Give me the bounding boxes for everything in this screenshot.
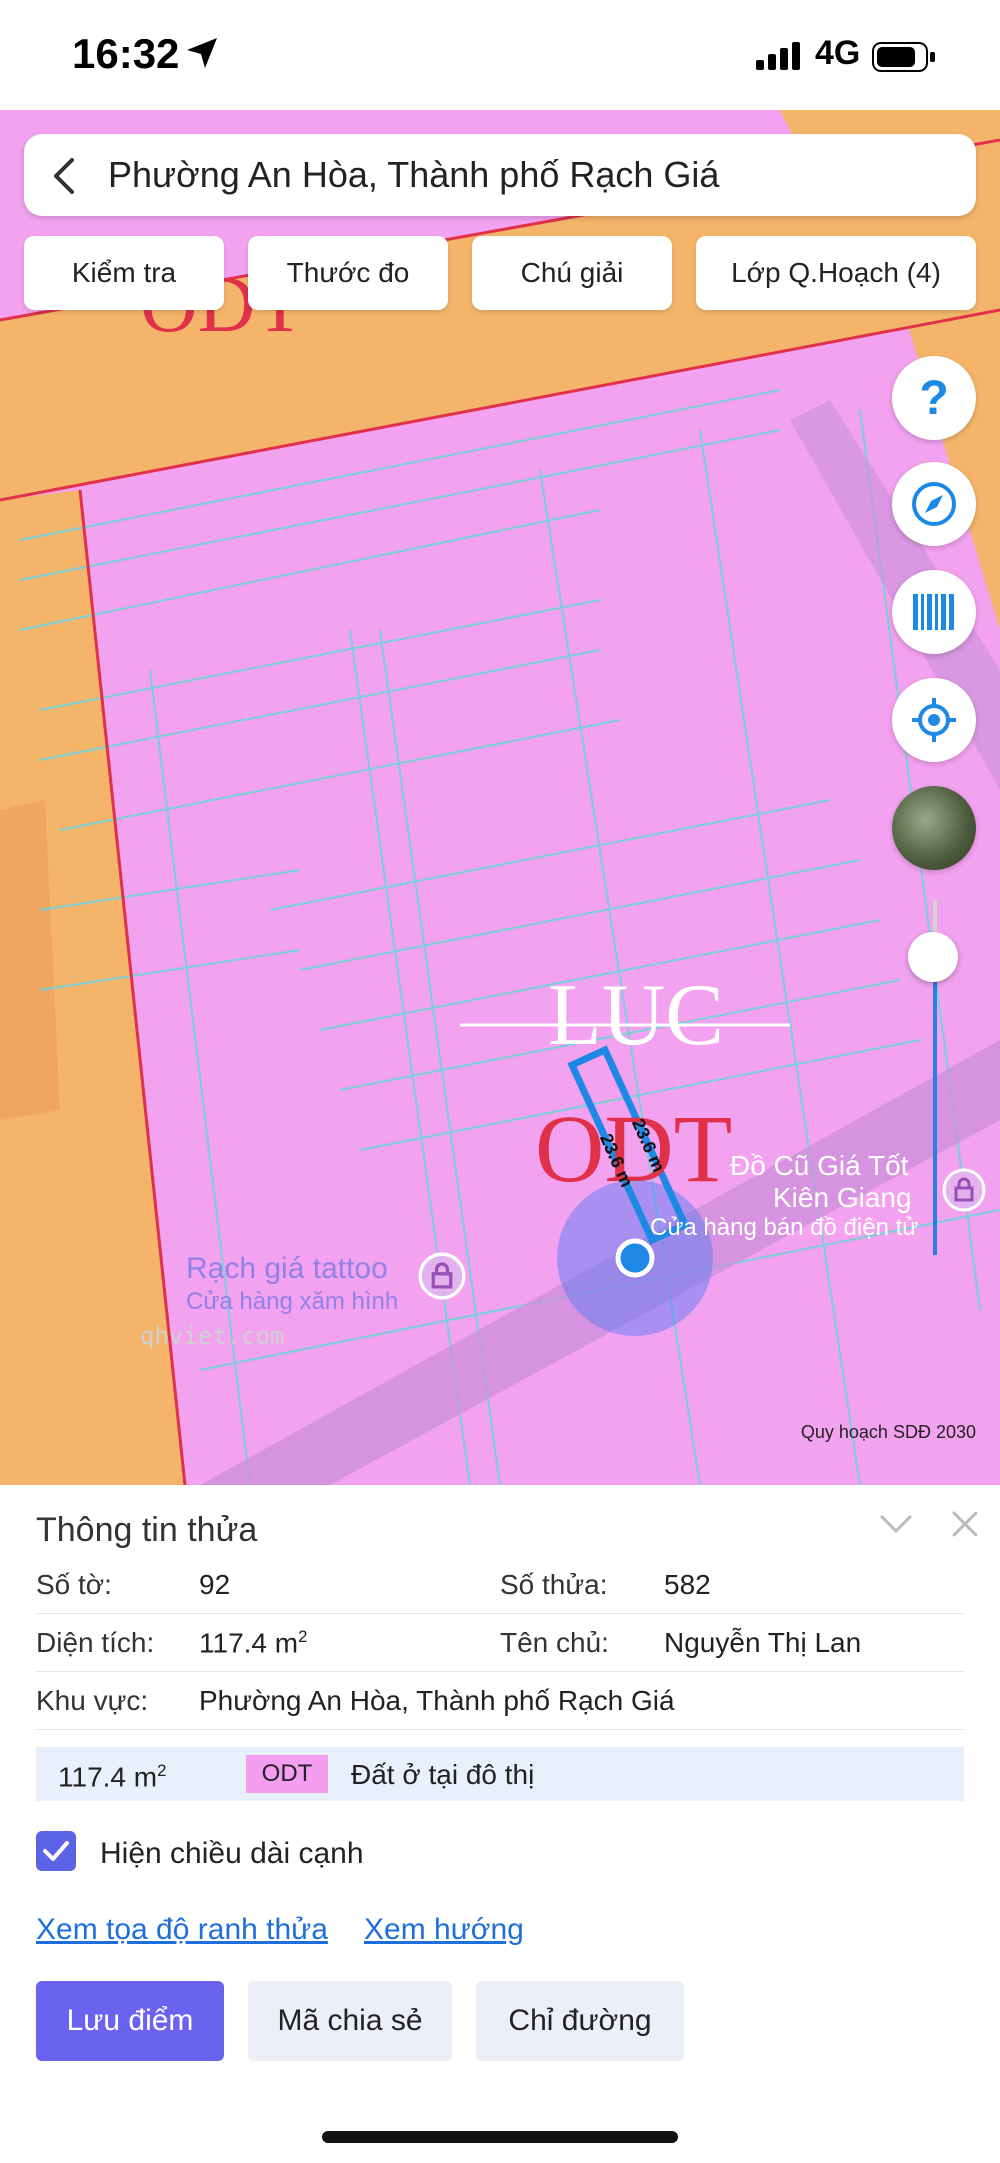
opacity-slider-knob[interactable] — [908, 932, 958, 982]
land-use-code-badge: ODT — [246, 1755, 328, 1793]
sheet-number-label: Số tờ: — [36, 1569, 112, 1600]
planning-map[interactable]: ODT LUC ODT 23.6 m 23.6 m Đồ Cũ Giá Tốt … — [0, 110, 1000, 1485]
home-indicator — [322, 2131, 678, 2143]
show-edge-length-label[interactable]: Hiện chiều dài cạnh — [100, 1837, 364, 1871]
zone-label-luc: LUC — [548, 967, 724, 1064]
plot-number-label: Số thửa: — [500, 1569, 608, 1600]
plot-number-value: 582 — [664, 1569, 711, 1600]
close-icon[interactable] — [950, 1509, 980, 1539]
save-point-button[interactable]: Lưu điểm — [36, 1981, 224, 2061]
poi-name[interactable]: Đồ Cũ Giá Tốt — [730, 1150, 908, 1182]
view-direction-link[interactable]: Xem hướng — [364, 1913, 524, 1947]
checkmark-icon — [43, 1841, 69, 1861]
area-value: 117.4 m2 — [199, 1627, 307, 1659]
info-row: Khu vực: Phường An Hòa, Thành phố Rạch G… — [36, 1673, 964, 1730]
barcode-scan-button[interactable] — [892, 570, 976, 654]
owner-label: Tên chủ: — [500, 1627, 609, 1658]
compass-icon — [912, 482, 956, 526]
show-edge-length-checkbox[interactable] — [36, 1831, 76, 1871]
crosshair-icon — [912, 698, 956, 742]
info-row: Số tờ: 92 Số thửa: 582 — [36, 1557, 964, 1614]
info-row: Diện tích: 117.4 m2 Tên chủ: Nguyễn Thị … — [36, 1615, 964, 1672]
status-bar: 16:32 4G — [0, 0, 1000, 110]
view-boundary-coordinates-link[interactable]: Xem tọa độ ranh thửa — [36, 1913, 328, 1947]
location-arrow-icon — [187, 38, 217, 68]
region-value: Phường An Hòa, Thành phố Rạch Giá — [199, 1685, 675, 1716]
my-location-button[interactable] — [892, 678, 976, 762]
land-use-description: Đất ở tại đô thị — [351, 1759, 535, 1790]
barcode-icon — [913, 594, 954, 630]
shop-icon[interactable] — [418, 1252, 466, 1300]
question-icon: ? — [919, 371, 949, 425]
location-title: Phường An Hòa, Thành phố Rạch Giá — [108, 154, 720, 195]
shop-icon[interactable] — [942, 1168, 986, 1212]
watermark: qhviet.com — [140, 1322, 285, 1350]
status-time: 16:32 — [72, 30, 180, 77]
slider-track-active[interactable] — [933, 960, 937, 1255]
land-use-area-text: 117.4 m — [58, 1761, 158, 1793]
map-credit: Quy hoạch SDĐ 2030 — [800, 1422, 976, 1442]
share-code-button[interactable]: Mã chia sẻ — [248, 1981, 452, 2061]
compass-button[interactable] — [892, 462, 976, 546]
signal-icon — [756, 42, 800, 70]
map-toolbar: Kiểm tra Thước đo Chú giải Lớp Q.Hoạch (… — [24, 236, 976, 310]
planning-layers-button[interactable]: Lớp Q.Hoạch (4) — [696, 236, 976, 310]
land-use-area: 117.4 m2 — [58, 1761, 166, 1793]
poi-name[interactable]: Kiên Giang — [773, 1182, 912, 1214]
location-search-bar[interactable]: Phường An Hòa, Thành phố Rạch Giá — [24, 134, 976, 216]
help-button[interactable]: ? — [892, 356, 976, 440]
owner-value: Nguyễn Thị Lan — [664, 1627, 862, 1658]
network-type: 4G — [815, 34, 861, 72]
back-arrow-icon[interactable] — [50, 156, 78, 196]
poi-subtitle: Cửa hàng xăm hình — [186, 1288, 399, 1315]
battery-icon — [872, 42, 935, 72]
land-use-area-sup: 2 — [157, 1761, 167, 1780]
poi-subtitle: Cửa hàng bán đồ điện tử — [650, 1214, 919, 1241]
zone-label-odt: ODT — [535, 1095, 733, 1202]
satellite-layer-button[interactable] — [892, 786, 976, 870]
area-unit-sup: 2 — [298, 1627, 308, 1646]
parcel-info-sheet: Thông tin thửa Số tờ: 92 Số thửa: 582 Di… — [0, 1485, 1000, 2163]
legend-button[interactable]: Chú giải — [472, 236, 672, 310]
measure-button[interactable]: Thước đo — [248, 236, 448, 310]
area-value-text: 117.4 m — [199, 1627, 299, 1659]
area-label: Diện tích: — [36, 1627, 155, 1658]
sheet-heading: Thông tin thửa — [36, 1511, 258, 1549]
check-button[interactable]: Kiểm tra — [24, 236, 224, 310]
sheet-number-value: 92 — [199, 1569, 231, 1600]
poi-name[interactable]: Rạch giá tattoo — [186, 1252, 388, 1286]
region-label: Khu vực: — [36, 1685, 149, 1716]
directions-button[interactable]: Chỉ đường — [476, 1981, 684, 2061]
land-use-row: 117.4 m2 ODT Đất ở tại đô thị — [36, 1747, 964, 1801]
collapse-chevron-icon[interactable] — [878, 1509, 914, 1539]
